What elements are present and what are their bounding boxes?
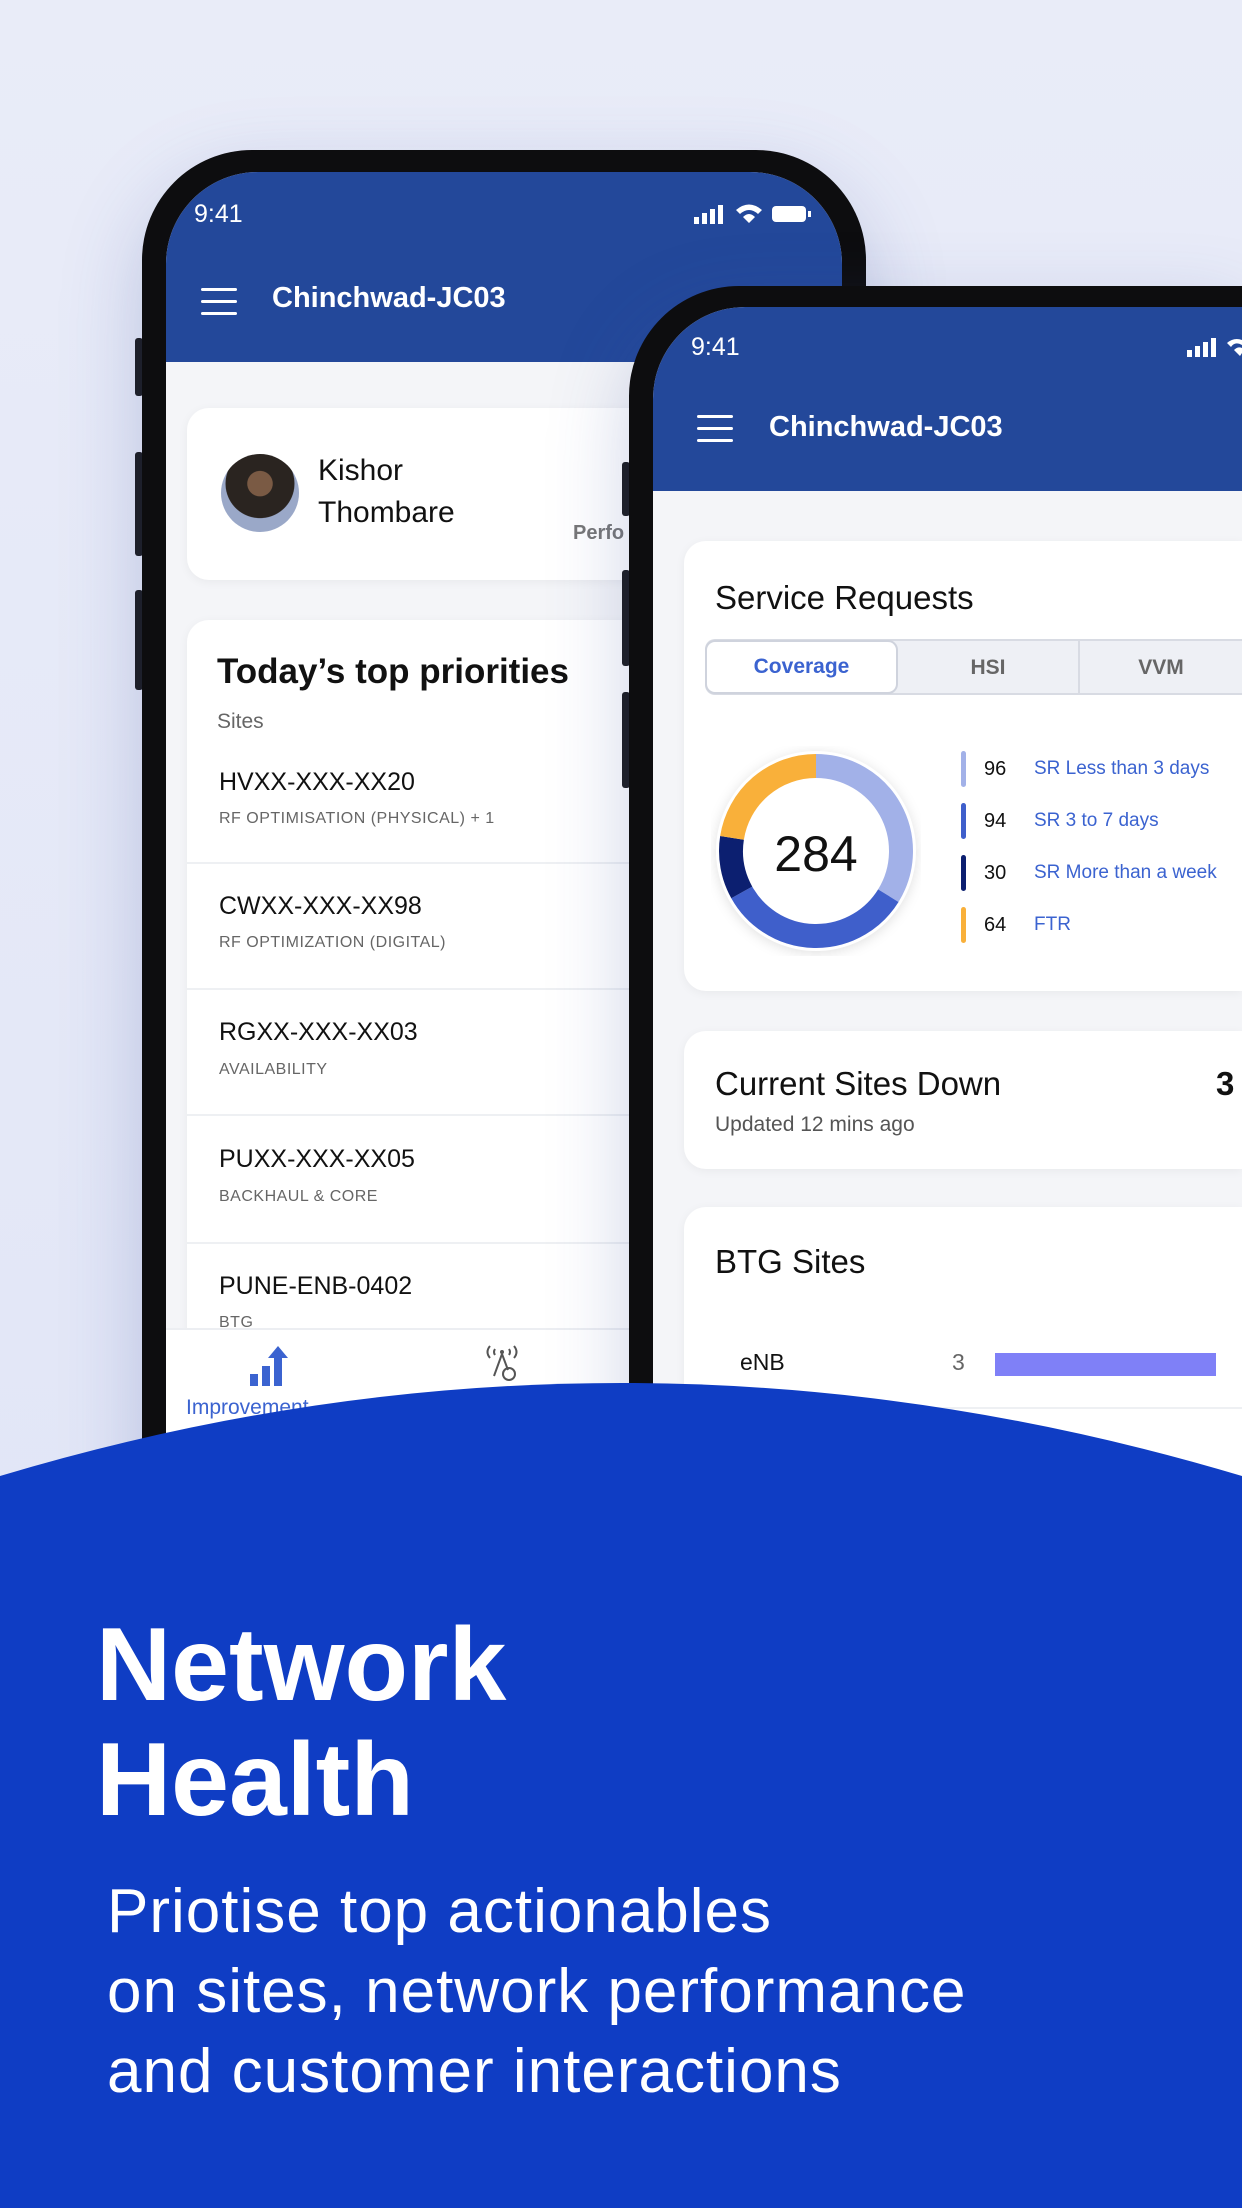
hero-subtitle-line: on sites, network performance — [107, 1957, 967, 2026]
hero-title-line1: Network — [96, 1607, 507, 1723]
hero-subtitle-line: Priotise top actionables — [107, 1877, 773, 1946]
hero-subtitle-line: and customer interactions — [107, 2037, 842, 2106]
hero-title-line2: Health — [96, 1722, 414, 1838]
